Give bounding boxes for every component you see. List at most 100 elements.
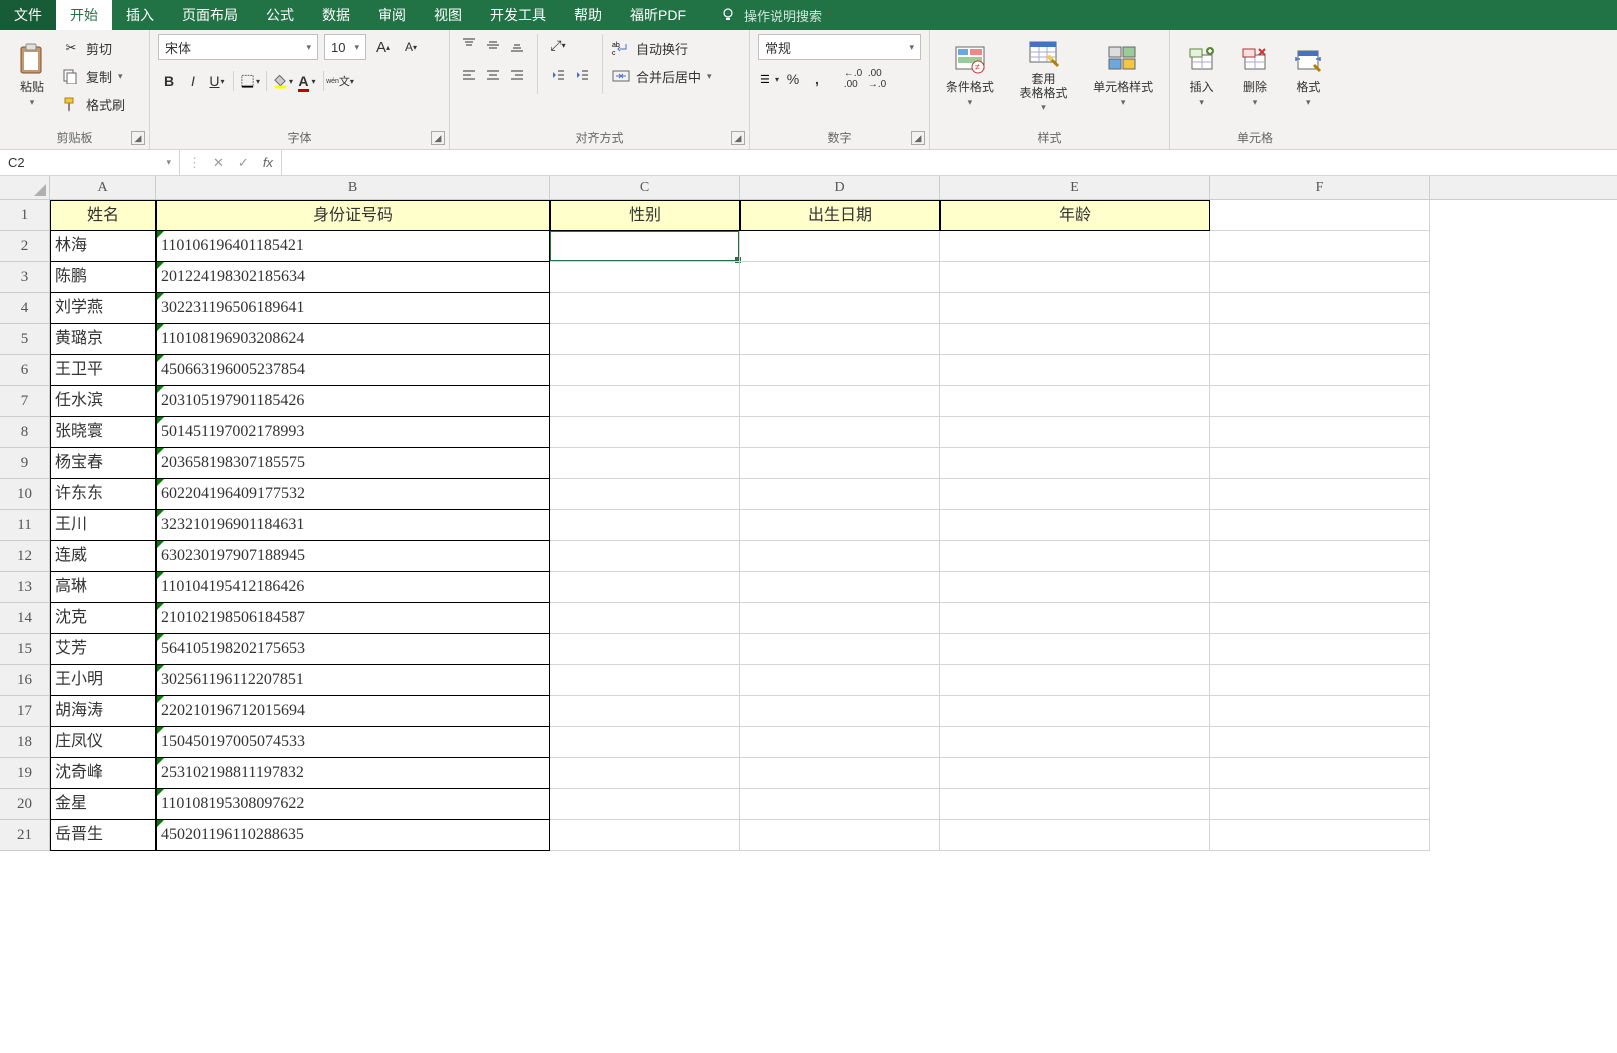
cell[interactable]: 210102198506184587 — [156, 603, 550, 634]
row-header[interactable]: 14 — [0, 603, 49, 634]
cell[interactable] — [1210, 293, 1430, 324]
increase-font-button[interactable]: A▴ — [372, 36, 394, 58]
col-header[interactable]: F — [1210, 176, 1430, 199]
cell[interactable] — [740, 758, 940, 789]
cell[interactable] — [740, 448, 940, 479]
cell[interactable] — [740, 355, 940, 386]
dialog-launcher-icon[interactable]: ◢ — [731, 131, 745, 145]
cell[interactable] — [740, 541, 940, 572]
wrap-text-button[interactable]: abc 自动换行 — [612, 36, 712, 60]
orientation-button[interactable]: ⤢▾ — [547, 34, 569, 56]
align-middle-button[interactable] — [482, 34, 504, 56]
cell[interactable]: 450663196005237854 — [156, 355, 550, 386]
name-box[interactable]: C2 ▾ — [0, 150, 180, 175]
cell[interactable]: 110108195308097622 — [156, 789, 550, 820]
cell[interactable] — [740, 696, 940, 727]
fill-color-button[interactable]: ▾ — [272, 70, 294, 92]
cell[interactable]: 253102198811197832 — [156, 758, 550, 789]
row-header[interactable]: 12 — [0, 541, 49, 572]
cell[interactable]: 630230197907188945 — [156, 541, 550, 572]
cell[interactable] — [940, 510, 1210, 541]
cell[interactable] — [1210, 665, 1430, 696]
cell[interactable] — [740, 572, 940, 603]
tab-file[interactable]: 文件 — [0, 0, 56, 30]
row-header[interactable]: 15 — [0, 634, 49, 665]
cell[interactable] — [740, 665, 940, 696]
col-header[interactable]: E — [940, 176, 1210, 199]
cell[interactable] — [550, 665, 740, 696]
cell[interactable] — [740, 479, 940, 510]
cell[interactable]: 刘学燕 — [50, 293, 156, 324]
cell[interactable]: 220210196712015694 — [156, 696, 550, 727]
cell[interactable] — [1210, 758, 1430, 789]
cell[interactable] — [940, 572, 1210, 603]
cell[interactable] — [1210, 448, 1430, 479]
cell[interactable] — [550, 355, 740, 386]
cell[interactable] — [550, 541, 740, 572]
format-painter-button[interactable]: 格式刷 — [62, 92, 125, 116]
cell[interactable] — [550, 448, 740, 479]
col-header[interactable]: C — [550, 176, 740, 199]
paste-button[interactable]: 粘贴 ▾ — [8, 34, 56, 118]
cell[interactable]: 564105198202175653 — [156, 634, 550, 665]
cell[interactable] — [1210, 696, 1430, 727]
cell[interactable] — [1210, 324, 1430, 355]
row-header[interactable]: 2 — [0, 231, 49, 262]
col-header[interactable]: B — [156, 176, 550, 199]
cell[interactable] — [740, 324, 940, 355]
row-header[interactable]: 10 — [0, 479, 49, 510]
cell[interactable] — [550, 386, 740, 417]
cell[interactable]: 胡海涛 — [50, 696, 156, 727]
copy-button[interactable]: 复制 ▾ — [62, 64, 125, 88]
tab-layout[interactable]: 页面布局 — [168, 0, 252, 30]
border-button[interactable]: ▾ — [239, 70, 261, 92]
cell[interactable]: 出生日期 — [740, 200, 940, 231]
increase-decimal-button[interactable]: ←.0.00 — [842, 68, 864, 90]
col-header[interactable]: A — [50, 176, 156, 199]
tab-insert[interactable]: 插入 — [112, 0, 168, 30]
insert-cells-button[interactable]: 插入▾ — [1178, 34, 1225, 118]
row-header[interactable]: 20 — [0, 789, 49, 820]
decrease-decimal-button[interactable]: .00→.0 — [866, 68, 888, 90]
tab-review[interactable]: 审阅 — [364, 0, 420, 30]
cell[interactable]: 201224198302185634 — [156, 262, 550, 293]
cell[interactable] — [940, 634, 1210, 665]
cell[interactable] — [1210, 262, 1430, 293]
dots-icon[interactable]: ⋮ — [188, 155, 199, 171]
tab-home[interactable]: 开始 — [56, 0, 112, 30]
align-right-button[interactable] — [506, 64, 528, 86]
cell[interactable] — [550, 820, 740, 851]
row-header[interactable]: 1 — [0, 200, 49, 231]
bold-button[interactable]: B — [158, 70, 180, 92]
cell[interactable]: 年龄 — [940, 200, 1210, 231]
decrease-indent-button[interactable] — [547, 64, 569, 86]
tab-data[interactable]: 数据 — [308, 0, 364, 30]
tab-help[interactable]: 帮助 — [560, 0, 616, 30]
cell[interactable] — [740, 231, 940, 262]
row-header[interactable]: 6 — [0, 355, 49, 386]
cell[interactable]: 姓名 — [50, 200, 156, 231]
cell[interactable]: 高琳 — [50, 572, 156, 603]
cell[interactable] — [1210, 200, 1430, 231]
cell[interactable] — [550, 510, 740, 541]
cell[interactable] — [940, 231, 1210, 262]
phonetic-button[interactable]: wén文▾ — [329, 70, 351, 92]
cell[interactable] — [1210, 417, 1430, 448]
format-cells-button[interactable]: 格式▾ — [1285, 34, 1332, 118]
cell[interactable] — [740, 727, 940, 758]
cell[interactable] — [1210, 479, 1430, 510]
cell[interactable]: 203658198307185575 — [156, 448, 550, 479]
cell[interactable] — [940, 820, 1210, 851]
row-header[interactable]: 21 — [0, 820, 49, 851]
cell[interactable] — [940, 758, 1210, 789]
cell[interactable]: 450201196110288635 — [156, 820, 550, 851]
cell[interactable]: 黄璐京 — [50, 324, 156, 355]
cell[interactable] — [1210, 820, 1430, 851]
cell[interactable] — [740, 417, 940, 448]
conditional-format-button[interactable]: ≠ 条件格式▾ — [938, 34, 1002, 118]
cell[interactable]: 沈克 — [50, 603, 156, 634]
cell[interactable]: 性别 — [550, 200, 740, 231]
tab-foxit[interactable]: 福昕PDF — [616, 0, 700, 30]
cell[interactable]: 陈鹏 — [50, 262, 156, 293]
accounting-format-button[interactable]: ☰▾ — [758, 68, 780, 90]
